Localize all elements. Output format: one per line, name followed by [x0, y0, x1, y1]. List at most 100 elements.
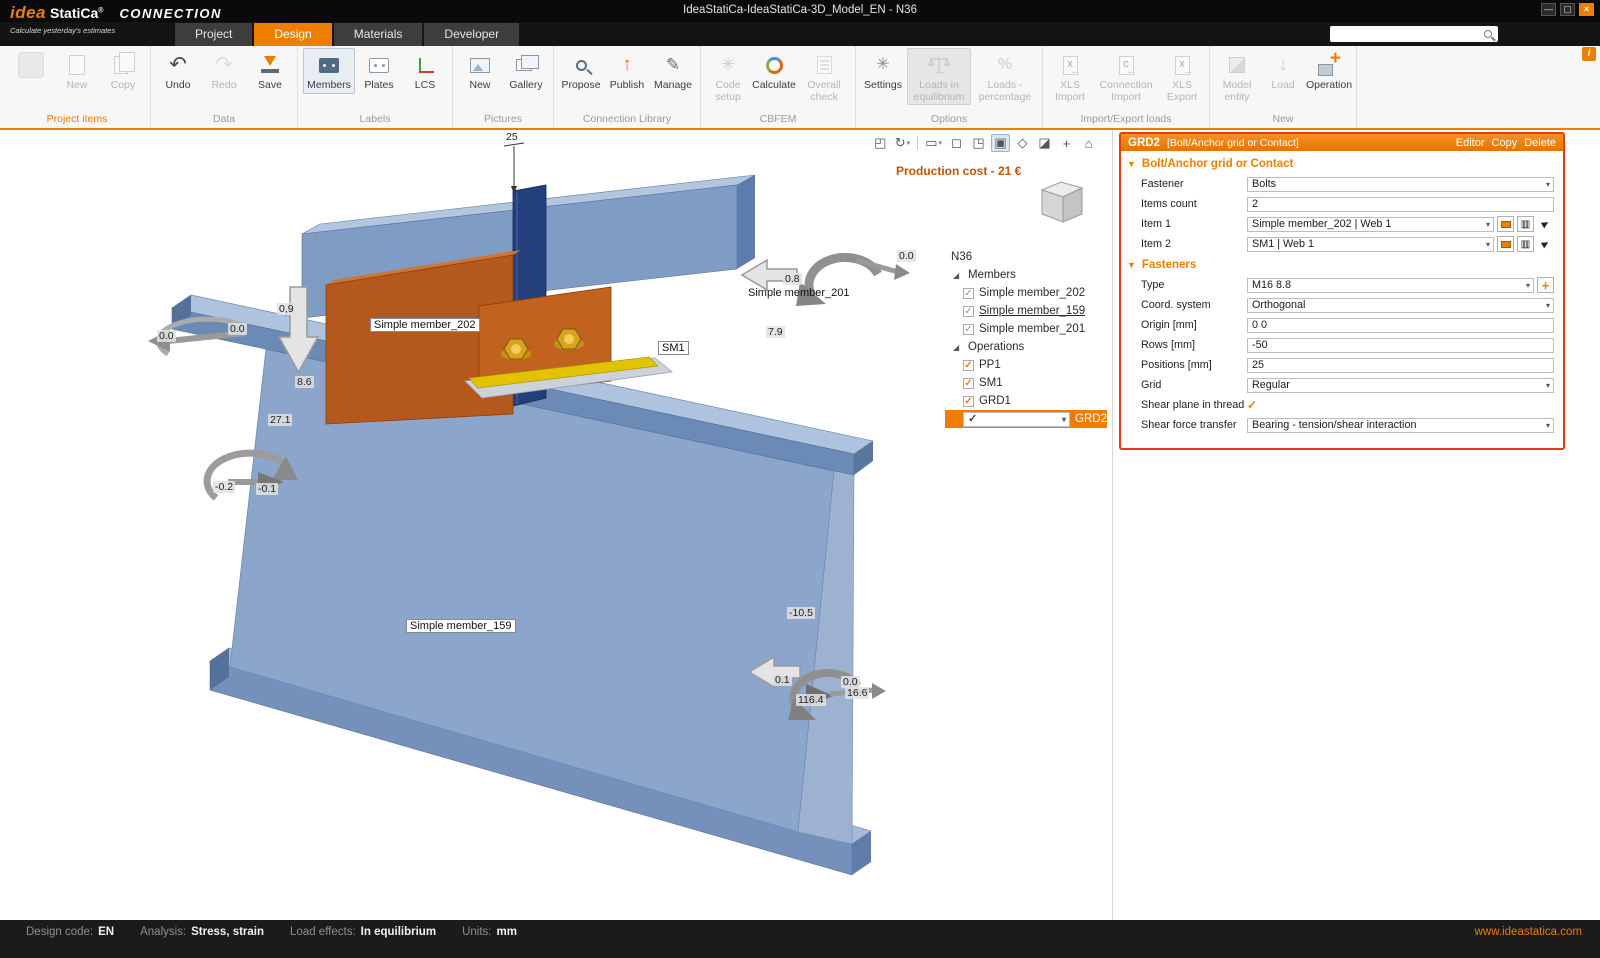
- member-checkbox[interactable]: ✓: [963, 288, 974, 299]
- loads-percentage-button[interactable]: %Loads - percentage: [973, 48, 1037, 105]
- project-item-button[interactable]: [9, 48, 53, 80]
- save-button[interactable]: Save: [248, 48, 292, 94]
- group-data: ↶Undo ↷Redo Save Data: [151, 46, 298, 128]
- tree-item-member-159[interactable]: Simple member_159: [979, 305, 1085, 317]
- home-view-icon[interactable]: ⌂: [1079, 134, 1098, 152]
- section-bolt-anchor[interactable]: ▼Bolt/Anchor grid or Contact: [1121, 153, 1559, 174]
- tree-item-sm1[interactable]: SM1: [979, 377, 1003, 389]
- operation-checkbox[interactable]: ✓: [963, 360, 974, 371]
- zoom-fit-icon[interactable]: ◰: [871, 134, 890, 152]
- info-button[interactable]: i: [1582, 47, 1596, 61]
- propose-button[interactable]: Propose: [559, 48, 603, 94]
- publish-button[interactable]: ↑Publish: [605, 48, 649, 94]
- plates-labels-button[interactable]: Plates: [357, 48, 401, 94]
- axes-icon[interactable]: +: [1057, 134, 1076, 152]
- coord-system-select[interactable]: Orthogonal: [1247, 298, 1554, 313]
- tree-item-grd2[interactable]: GRD2: [1075, 413, 1107, 425]
- code-setup-button[interactable]: ✳Code setup: [706, 48, 750, 105]
- connection-import-button[interactable]: C←Connection Import: [1094, 48, 1158, 105]
- xls-export-button[interactable]: X→XLS Export: [1160, 48, 1204, 105]
- tree-item-member-202[interactable]: Simple member_202: [979, 287, 1085, 299]
- item1-select[interactable]: Simple member_202 | Web 1: [1247, 217, 1494, 232]
- member-label-159[interactable]: Simple member_159: [406, 619, 516, 633]
- item2-select[interactable]: SM1 | Web 1: [1247, 237, 1494, 252]
- close-button[interactable]: ×: [1579, 3, 1594, 16]
- section-plane-icon[interactable]: ◪: [1035, 134, 1054, 152]
- view-front-icon[interactable]: ◻: [947, 134, 966, 152]
- tab-materials[interactable]: Materials: [334, 23, 423, 46]
- tree-group-operations[interactable]: Operations: [968, 341, 1024, 353]
- row-coord-system: Coord. system Orthogonal: [1121, 295, 1559, 315]
- scene-pick-cursor-icon[interactable]: ►: [1534, 233, 1557, 255]
- collapse-icon[interactable]: ◢: [953, 343, 963, 352]
- model-entity-button[interactable]: Model entity: [1215, 48, 1259, 105]
- loads-in-equilibrium-button[interactable]: Loads in equilibrium: [907, 48, 971, 105]
- shear-plane-checkbox[interactable]: ✓: [1247, 398, 1257, 412]
- tree-item-pp1[interactable]: PP1: [979, 359, 1001, 371]
- add-bolt-assembly-button[interactable]: +: [1537, 277, 1554, 293]
- search-icon: [1484, 30, 1492, 38]
- viewport-3d[interactable]: ◰ ↻▾ ▭▾ ◻ ◳ ▣ ◇ ◪ + ⌂ Production cost - …: [0, 130, 1113, 920]
- gallery-button[interactable]: Gallery: [504, 48, 548, 94]
- view-corner-icon[interactable]: ◳: [969, 134, 988, 152]
- tree-group-members[interactable]: Members: [968, 269, 1016, 281]
- tree-root-n36[interactable]: N36: [951, 251, 972, 263]
- calculate-button[interactable]: Calculate: [752, 48, 796, 94]
- minimize-button[interactable]: —: [1541, 3, 1556, 16]
- new-operation-button[interactable]: Operation: [1307, 48, 1351, 94]
- member-label-202[interactable]: Simple member_202: [370, 318, 480, 332]
- collapse-icon[interactable]: ◢: [953, 271, 963, 280]
- copy-project-item-button[interactable]: Copy: [101, 48, 145, 94]
- plate-picker-button[interactable]: [1497, 216, 1514, 232]
- fastener-select[interactable]: Bolts: [1247, 177, 1554, 192]
- origin-input[interactable]: 0 0: [1247, 318, 1554, 333]
- operation-checkbox[interactable]: ✓: [963, 378, 974, 389]
- scene-pick-cursor-icon[interactable]: ►: [1534, 213, 1557, 235]
- operation-checkbox[interactable]: ✓: [963, 396, 974, 407]
- member-checkbox[interactable]: ✓: [963, 324, 974, 335]
- load-value: 8.6: [295, 376, 314, 388]
- search-box[interactable]: [1330, 26, 1498, 42]
- members-labels-button[interactable]: Members: [303, 48, 355, 94]
- tree-item-grd1[interactable]: GRD1: [979, 395, 1011, 407]
- logo-statica: StatiCa®: [50, 5, 103, 21]
- redo-button[interactable]: ↷Redo: [202, 48, 246, 94]
- lcs-labels-button[interactable]: LCS: [403, 48, 447, 94]
- overall-check-button[interactable]: Overall check: [798, 48, 850, 105]
- positions-input[interactable]: 25: [1247, 358, 1554, 373]
- view-solid-icon[interactable]: ▣: [991, 134, 1010, 152]
- view-cube[interactable]: [1030, 174, 1092, 230]
- view-wire-icon[interactable]: ◇: [1013, 134, 1032, 152]
- plate-picker-button[interactable]: [1497, 236, 1514, 252]
- manage-button[interactable]: ✎Manage: [651, 48, 695, 94]
- group-project-items: New Copy Project items: [4, 46, 151, 128]
- items-count-input[interactable]: 2: [1247, 197, 1554, 212]
- section-fasteners[interactable]: ▼Fasteners: [1121, 254, 1559, 275]
- rotate-view-icon[interactable]: ↻▾: [893, 134, 912, 152]
- new-load-button[interactable]: ↓Load: [1261, 48, 1305, 94]
- undo-button[interactable]: ↶Undo: [156, 48, 200, 94]
- copy-operation-button[interactable]: Copy: [1492, 137, 1518, 149]
- operation-checkbox[interactable]: ✓: [963, 412, 1070, 427]
- rows-input[interactable]: -50: [1247, 338, 1554, 353]
- new-picture-button[interactable]: New: [458, 48, 502, 94]
- new-project-item-button[interactable]: New: [55, 48, 99, 94]
- part-picker-button[interactable]: ▥: [1517, 236, 1534, 252]
- search-input[interactable]: [1330, 29, 1484, 40]
- xls-import-button[interactable]: X←XLS Import: [1048, 48, 1092, 105]
- bolt-type-select[interactable]: M16 8.8: [1247, 278, 1534, 293]
- maximize-button[interactable]: ▢: [1560, 3, 1575, 16]
- tree-item-member-201[interactable]: Simple member_201: [979, 323, 1085, 335]
- member-label-sm1[interactable]: SM1: [658, 341, 689, 355]
- tab-developer[interactable]: Developer: [424, 23, 519, 46]
- shear-force-select[interactable]: Bearing - tension/shear interaction: [1247, 418, 1554, 433]
- settings-button[interactable]: ✳Settings: [861, 48, 905, 94]
- website-link[interactable]: www.ideastatica.com: [1475, 926, 1582, 938]
- grid-select[interactable]: Regular: [1247, 378, 1554, 393]
- editor-button[interactable]: Editor: [1456, 137, 1485, 149]
- delete-operation-button[interactable]: Delete: [1524, 137, 1556, 149]
- part-picker-button[interactable]: ▥: [1517, 216, 1534, 232]
- member-label-201[interactable]: Simple member_201: [748, 287, 850, 299]
- member-checkbox[interactable]: ✓: [963, 306, 974, 317]
- rect-select-icon[interactable]: ▭▾: [923, 134, 944, 152]
